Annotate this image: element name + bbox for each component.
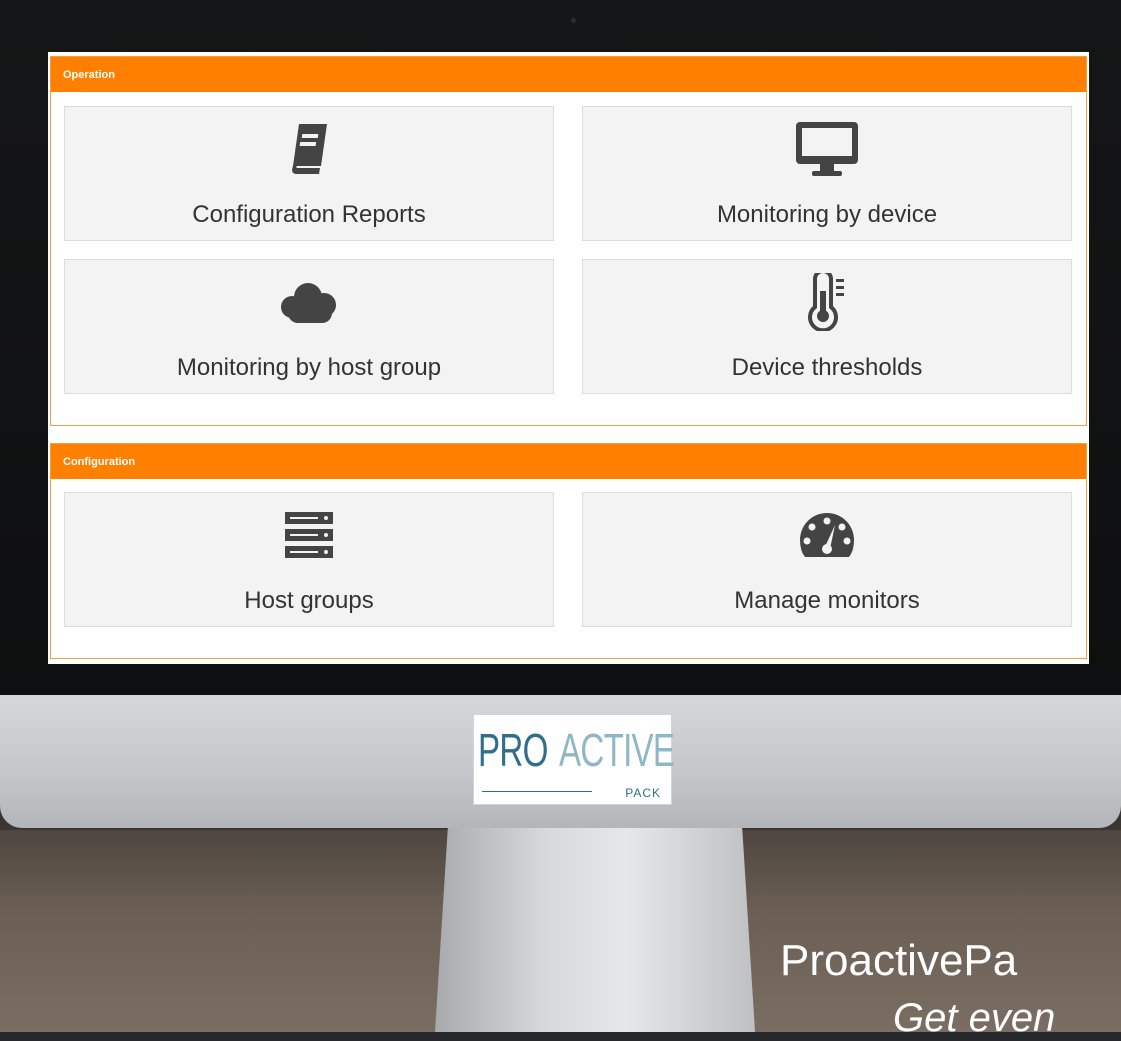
dashboard-icon bbox=[797, 505, 857, 565]
operation-panel: Operation Configuration Reports Monitori… bbox=[50, 56, 1087, 426]
tile-monitoring-by-device[interactable]: Monitoring by device bbox=[582, 106, 1072, 241]
configuration-panel-header: Configuration bbox=[51, 444, 1086, 479]
book-icon bbox=[289, 119, 329, 179]
tile-label: Device thresholds bbox=[731, 354, 923, 381]
operation-panel-header: Operation bbox=[51, 57, 1086, 92]
server-icon bbox=[283, 505, 335, 565]
configuration-panel: Configuration Host groups Manage monitor… bbox=[50, 443, 1087, 659]
logo-text-pack: PACK bbox=[625, 786, 661, 800]
tile-device-thresholds[interactable]: Device thresholds bbox=[582, 259, 1072, 394]
desktop-icon bbox=[794, 119, 860, 179]
monitor-screen: Operation Configuration Reports Monitori… bbox=[48, 52, 1089, 664]
logo-text-pro: PRO bbox=[478, 724, 548, 776]
tile-label: Monitoring by device bbox=[716, 201, 938, 228]
monitor-stand bbox=[435, 828, 755, 1032]
tagline-subtitle: Get even bbox=[893, 996, 1056, 1040]
cloud-icon bbox=[278, 272, 340, 332]
tile-label: Host groups bbox=[244, 587, 374, 614]
tile-manage-monitors[interactable]: Manage monitors bbox=[582, 492, 1072, 627]
tile-label: Monitoring by host group bbox=[176, 354, 442, 381]
tile-configuration-reports[interactable]: Configuration Reports bbox=[64, 106, 554, 241]
tile-label: Configuration Reports bbox=[192, 201, 426, 228]
logo-text-active: ACTIVE bbox=[559, 724, 675, 776]
camera-dot bbox=[571, 18, 576, 23]
tile-label: Manage monitors bbox=[734, 587, 920, 614]
tile-host-groups[interactable]: Host groups bbox=[64, 492, 554, 627]
thermometer-icon bbox=[807, 272, 847, 332]
tile-monitoring-by-host-group[interactable]: Monitoring by host group bbox=[64, 259, 554, 394]
logo-underline bbox=[482, 791, 592, 792]
tagline-title: ProactivePa bbox=[780, 936, 1018, 985]
proactive-pack-logo: PRO ACTIVE PACK bbox=[473, 714, 675, 805]
